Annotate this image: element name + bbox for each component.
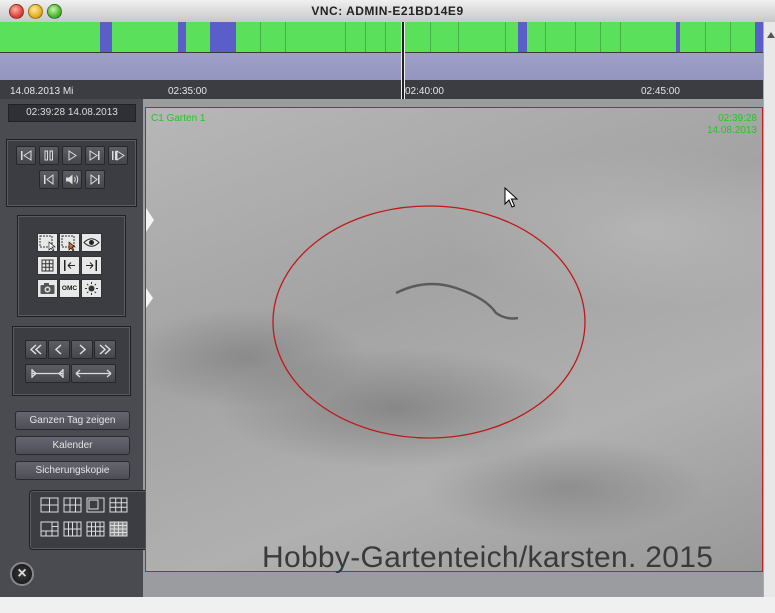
layout-9-icon[interactable] [109,497,129,514]
timeline-label: 02:45:00 [641,86,680,97]
watermark: Hobby-Gartenteich/karsten. 2015 [262,541,714,574]
camera-video-view[interactable]: C1 Garten 1 02:39:28 14.08.2013 [145,107,763,572]
timeline-event-segment[interactable] [518,22,527,52]
backup-button[interactable]: Sicherungskopie [15,461,130,480]
chevron-right-icon[interactable] [71,340,93,359]
select-zoom-icon[interactable] [59,233,80,252]
double-chevron-left-icon[interactable] [25,340,47,359]
timeline-label: 02:40:00 [405,86,444,97]
calendar-button[interactable]: Kalender [15,436,130,455]
layout-10-icon[interactable] [63,521,83,538]
current-time: 02:39:28 14.08.2013 [8,104,136,122]
step-forward-icon[interactable] [85,146,105,165]
timeline-event-segment[interactable] [755,22,763,52]
timeline-event-segment[interactable] [100,22,112,52]
motion-highlight-ellipse [272,205,586,439]
mark-start-icon[interactable] [59,256,80,275]
chevron-left-icon[interactable] [48,340,70,359]
timeline-event-segment[interactable] [210,22,236,52]
timeline-playhead[interactable] [401,22,405,99]
layout-6-icon[interactable] [63,497,83,514]
step-back-icon[interactable] [16,146,36,165]
jump-start-icon[interactable] [39,170,59,189]
fast-forward-icon[interactable] [108,146,128,165]
window-title: VNC: ADMIN-E21BD14E9 [311,4,464,18]
layout-8-icon[interactable] [40,521,60,538]
recording-timeline[interactable] [0,22,763,53]
timeline-event-segment[interactable] [178,22,186,52]
window-titlebar: VNC: ADMIN-E21BD14E9 [0,0,775,23]
timeline-date: 14.08.2013 Mi [10,86,74,97]
layout-16-icon[interactable] [109,521,129,538]
camera-time: 02:39:28 [718,113,757,124]
select-region-icon[interactable] [37,233,58,252]
brightness-icon[interactable] [81,279,102,298]
timeline-event-segment[interactable] [676,22,680,52]
full-day-button[interactable]: Ganzen Tag zeigen [15,411,130,430]
mouse-pointer-icon [504,187,519,208]
exit-button[interactable]: × [10,562,34,586]
layout-1plus-icon[interactable] [86,497,106,514]
vertical-scrollbar[interactable] [763,22,775,597]
camera-name: C1 Garten 1 [151,113,206,124]
double-chevron-right-icon[interactable] [94,340,116,359]
camera-timestamp: 02:39:28 14.08.2013 [707,113,757,137]
mark-end-icon[interactable] [81,256,102,275]
speaker-icon[interactable] [62,170,82,189]
camera-date: 14.08.2013 [706,125,757,136]
layout-4-icon[interactable] [40,497,60,514]
grid-overlay-icon[interactable] [37,256,58,275]
eye-icon[interactable] [81,233,102,252]
play-icon[interactable] [62,146,82,165]
omc-button[interactable]: OMC [59,279,80,298]
layout-12-icon[interactable] [86,521,106,538]
camera-snapshot-icon[interactable] [37,279,58,298]
timeline-label: 02:35:00 [168,86,207,97]
zoom-out-timeline-icon[interactable] [71,364,116,383]
pause-icon[interactable] [39,146,59,165]
scroll-up-icon[interactable] [767,32,775,38]
zoom-in-timeline-icon[interactable] [25,364,70,383]
desktop-strip [0,597,775,613]
navigation-panel [12,326,131,396]
jump-end-icon[interactable] [85,170,105,189]
